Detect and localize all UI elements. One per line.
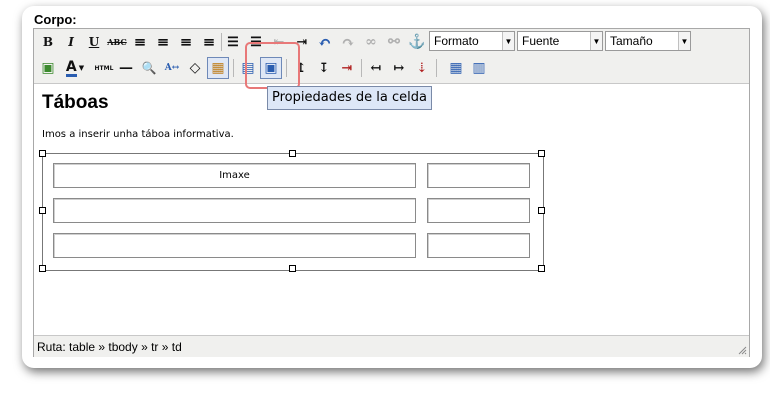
delete-column-icon: ⇣	[416, 60, 428, 76]
resize-handle[interactable]	[39, 265, 46, 272]
unlink-icon: ⚯	[388, 34, 400, 50]
resize-handle[interactable]	[538, 265, 545, 272]
table-cell[interactable]	[427, 198, 530, 223]
split-cells-icon: ▦	[449, 60, 463, 76]
toolbar-separator	[233, 59, 234, 77]
split-cells-button[interactable]: ▦	[446, 58, 466, 78]
document-heading[interactable]: Táboas	[42, 92, 109, 114]
resize-handle[interactable]	[289, 150, 296, 157]
text-color-icon: A	[65, 58, 77, 77]
insert-row-after-icon: ↧	[318, 60, 330, 76]
delete-row-button[interactable]: ⇥	[337, 58, 357, 78]
cell-properties-tooltip: Propiedades de la celda	[267, 86, 432, 110]
chevron-down-icon: ▼	[678, 32, 690, 50]
insert-col-before-button[interactable]: ↤	[366, 58, 386, 78]
insert-row-after-button[interactable]: ↧	[314, 58, 334, 78]
toolbar-separator	[221, 33, 222, 51]
link-icon: ∞	[365, 34, 377, 50]
html-source-button[interactable]: HTML	[92, 58, 116, 78]
resize-handle[interactable]	[39, 150, 46, 157]
insert-column-after-icon: ↦	[393, 60, 405, 76]
binoculars-icon: 🔍	[141, 61, 157, 75]
anchor-button[interactable]: ⚓	[407, 32, 427, 52]
rich-text-editor: B I U ABC ≡ ≡ ≡ ≡ ☰ ☰ ⇤ ⇥ ↶ ↷ ∞ ⚯ ⚓ Form…	[33, 28, 750, 357]
underline-button[interactable]: U	[84, 32, 104, 52]
table-cell[interactable]	[53, 198, 416, 223]
font-select-value: Fuente	[522, 34, 560, 48]
bullet-list-button[interactable]: ☰	[223, 32, 243, 52]
redo-icon: ↷	[341, 32, 355, 52]
visual-aid-icon: ▦	[211, 60, 225, 76]
align-left-button[interactable]: ≡	[130, 32, 150, 52]
section-label: Corpo:	[34, 12, 77, 27]
delete-row-icon: ⇥	[341, 60, 353, 76]
align-right-button[interactable]: ≡	[176, 32, 196, 52]
insert-image-button[interactable]: ▣	[38, 58, 58, 78]
undo-button[interactable]: ↶	[315, 32, 335, 52]
size-select-value: Tamaño	[610, 34, 653, 48]
size-select[interactable]: Tamaño ▼	[605, 31, 691, 51]
chevron-down-icon: ▼	[590, 32, 602, 50]
resize-handle[interactable]	[538, 150, 545, 157]
align-justify-button[interactable]: ≡	[199, 32, 219, 52]
table-cell[interactable]	[53, 233, 416, 258]
underline-icon: U	[88, 35, 100, 49]
element-path[interactable]: Ruta: table » tbody » tr » td	[37, 340, 182, 354]
editor-toolbar: B I U ABC ≡ ≡ ≡ ≡ ☰ ☰ ⇤ ⇥ ↶ ↷ ∞ ⚯ ⚓ Form…	[34, 29, 749, 84]
strikethrough-icon: ABC	[107, 37, 127, 47]
bullet-list-icon: ☰	[227, 34, 239, 50]
align-justify-icon: ≡	[202, 33, 216, 51]
toolbar-separator	[436, 59, 437, 77]
table-cell[interactable]	[427, 233, 530, 258]
table-cell[interactable]	[427, 163, 530, 188]
merge-cells-button[interactable]: ▥	[469, 58, 489, 78]
insert-column-before-icon: ↤	[370, 60, 382, 76]
resize-grip-icon[interactable]	[737, 345, 747, 355]
align-left-icon: ≡	[133, 33, 147, 51]
horizontal-rule-button[interactable]: —	[116, 58, 136, 78]
image-icon: ▣	[41, 60, 55, 76]
align-center-button[interactable]: ≡	[153, 32, 173, 52]
insert-col-after-button[interactable]: ↦	[389, 58, 409, 78]
replace-icon: A↔	[164, 63, 180, 73]
resize-handle[interactable]	[39, 207, 46, 214]
resize-handle[interactable]	[289, 265, 296, 272]
format-select[interactable]: Formato ▼	[429, 31, 515, 51]
strikethrough-button[interactable]: ABC	[107, 32, 127, 52]
align-center-icon: ≡	[156, 33, 170, 51]
html-icon: HTML	[94, 64, 114, 72]
editor-content-area[interactable]: Táboas Imos a inserir unha táboa informa…	[34, 84, 749, 335]
replace-button[interactable]: A↔	[162, 58, 182, 78]
resize-handle[interactable]	[538, 207, 545, 214]
horizontal-rule-icon: —	[119, 60, 133, 76]
chevron-down-icon: ▼	[502, 32, 514, 50]
clean-format-button[interactable]: ◇	[185, 58, 205, 78]
unlink-button[interactable]: ⚯	[384, 32, 404, 52]
format-select-value: Formato	[434, 34, 479, 48]
bold-icon: B	[42, 35, 54, 49]
chevron-down-icon: ▼	[78, 64, 85, 72]
font-select[interactable]: Fuente ▼	[517, 31, 603, 51]
text-color-button[interactable]: A ▼	[61, 58, 89, 78]
document-intro-text[interactable]: Imos a inserir unha táboa informativa.	[42, 129, 234, 140]
align-right-icon: ≡	[179, 33, 193, 51]
anchor-icon: ⚓	[408, 34, 426, 50]
redo-button[interactable]: ↷	[338, 32, 358, 52]
undo-icon: ↶	[318, 32, 332, 52]
link-button[interactable]: ∞	[361, 32, 381, 52]
editable-table[interactable]: Imaxe	[42, 153, 544, 271]
toolbar-separator	[361, 59, 362, 77]
bold-button[interactable]: B	[38, 32, 58, 52]
italic-icon: I	[68, 35, 74, 49]
editor-statusbar: Ruta: table » tbody » tr » td	[34, 335, 749, 357]
merge-cells-icon: ▥	[472, 60, 486, 76]
visual-aid-button[interactable]: ▦	[207, 57, 229, 79]
italic-button[interactable]: I	[61, 32, 81, 52]
delete-col-button[interactable]: ⇣	[412, 58, 432, 78]
cell-properties-highlight	[245, 42, 300, 89]
eraser-icon: ◇	[189, 60, 201, 76]
table-cell[interactable]: Imaxe	[53, 163, 416, 188]
find-button[interactable]: 🔍	[139, 58, 159, 78]
